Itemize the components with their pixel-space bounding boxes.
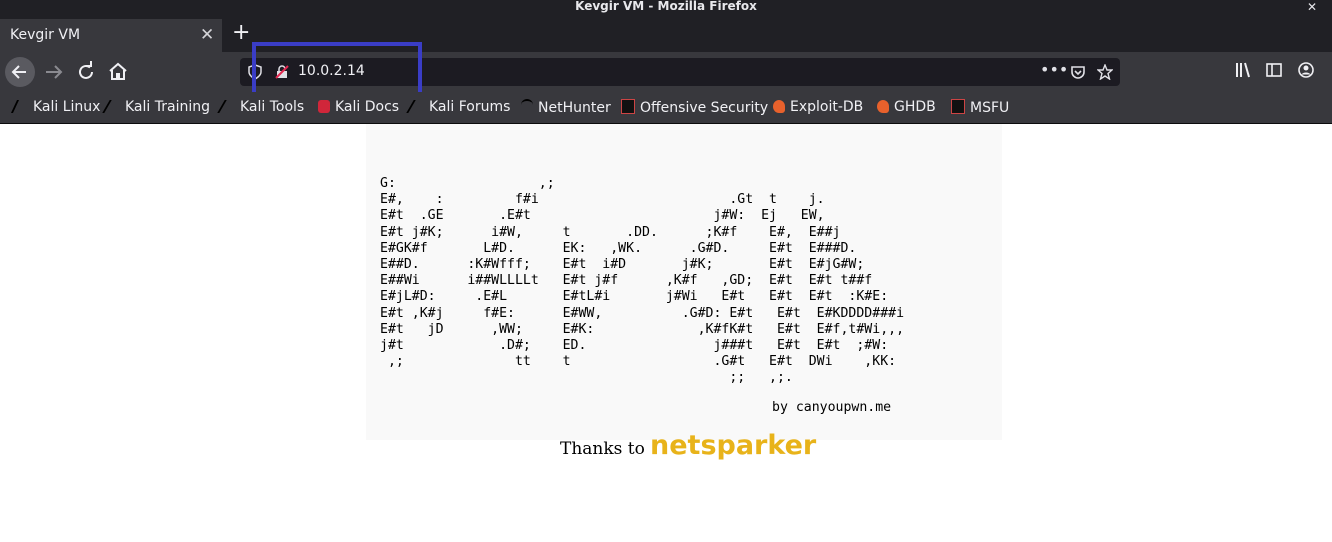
kali-tools-icon [217,100,239,113]
tab-close-icon[interactable]: ✕ [200,25,214,45]
byline-text: by canyoupwn.me [772,400,892,415]
kali-training-icon [102,100,124,113]
thanks-text: Thanks to [560,439,645,459]
kali-dragon-icon [10,100,32,113]
bookmark-nethunter[interactable]: NetHunter [521,99,611,116]
forward-button[interactable] [40,58,68,86]
arrow-right-icon [46,65,63,79]
home-icon [109,62,127,80]
library-icon[interactable] [1234,61,1252,83]
kali-forums-icon [406,100,428,113]
bookmark-kali-tools[interactable]: Kali Tools [217,99,304,115]
pocket-icon[interactable] [1070,64,1086,84]
bookmark-kali-docs[interactable]: Kali Docs [318,99,399,115]
nav-toolbar: 10.0.2.14 ••• [0,52,1332,92]
bookmarks-toolbar: Kali Linux Kali Training Kali Tools Kali… [0,92,1332,124]
nethunter-icon [521,99,533,114]
window-titlebar: Kevgir VM - Mozilla Firefox ✕ [0,0,1332,16]
close-window-icon[interactable]: ✕ [1306,1,1318,13]
exploit-db-icon [773,100,785,113]
home-button[interactable] [104,58,132,86]
bookmark-exploit-db[interactable]: Exploit-DB [773,99,863,115]
arrow-left-icon [11,65,26,79]
offensive-security-icon [621,99,635,114]
tab-strip: Kevgir VM ✕ + [0,16,1332,52]
back-button[interactable] [5,57,35,87]
bookmark-ghdb[interactable]: GHDB [877,99,936,115]
netsparker-logo: netsparker [650,430,817,461]
bookmark-offensive-security[interactable]: Offensive Security [621,99,768,116]
account-icon[interactable] [1297,61,1315,83]
msfu-icon [951,99,965,114]
window-title: Kevgir VM - Mozilla Firefox [575,0,757,13]
ghdb-icon [877,100,889,113]
page-content: G: ,; E#, : f#i .Gt t j. E#t .GE .E#t j#… [0,124,1332,542]
new-tab-icon[interactable]: + [232,22,250,44]
bookmark-kali-forums[interactable]: Kali Forums [406,99,510,115]
ascii-art-kevgir: G: ,; E#, : f#i .Gt t j. E#t .GE .E#t j#… [380,176,905,386]
bookmark-kali-linux[interactable]: Kali Linux [10,99,100,115]
bookmark-kali-training[interactable]: Kali Training [102,99,210,115]
ascii-art-box: G: ,; E#, : f#i .Gt t j. E#t .GE .E#t j#… [366,124,1002,440]
reload-button[interactable] [72,58,100,86]
sidebar-toggle-icon[interactable] [1265,61,1283,83]
tab-title: Kevgir VM [10,27,81,43]
tab-active[interactable]: Kevgir VM ✕ [0,19,222,52]
bookmark-msfu[interactable]: MSFU [951,99,1009,116]
reload-icon [79,61,93,79]
bookmark-star-icon[interactable] [1096,63,1114,84]
kali-docs-icon [318,100,330,113]
page-actions-icon[interactable]: ••• [1040,60,1068,79]
